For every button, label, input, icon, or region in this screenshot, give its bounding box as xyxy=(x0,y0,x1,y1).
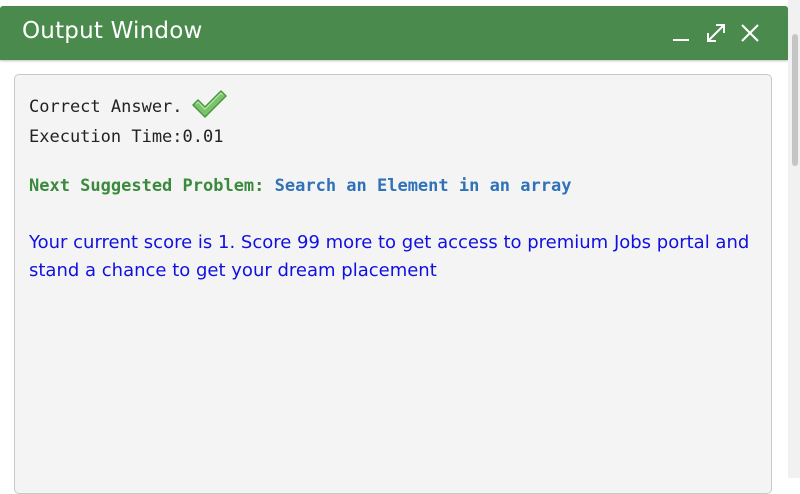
page-scrollbar[interactable] xyxy=(788,0,800,478)
close-icon xyxy=(741,24,759,42)
output-panel: Correct Answer. Execution Time:0.01 Next… xyxy=(14,74,772,494)
close-button[interactable] xyxy=(737,20,763,46)
next-suggested-problem: Next Suggested Problem: Search an Elemen… xyxy=(29,176,571,196)
minimize-button[interactable] xyxy=(668,20,694,46)
window-title: Output Window xyxy=(22,18,203,44)
minimize-icon xyxy=(673,39,689,41)
result-text: Correct Answer. xyxy=(29,97,183,117)
execution-time: Execution Time:0.01 xyxy=(29,127,224,147)
output-window-header: Output Window xyxy=(0,6,788,60)
maximize-icon xyxy=(707,24,725,42)
score-message: Your current score is 1. Score 99 more t… xyxy=(29,232,750,281)
maximize-button[interactable] xyxy=(703,20,729,46)
next-problem-link[interactable]: Search an Element in an array xyxy=(275,176,572,196)
scrollbar-thumb[interactable] xyxy=(792,34,798,166)
result-line: Correct Answer. xyxy=(29,90,227,119)
checkmark-icon xyxy=(191,90,227,118)
next-problem-label: Next Suggested Problem: xyxy=(29,176,275,196)
